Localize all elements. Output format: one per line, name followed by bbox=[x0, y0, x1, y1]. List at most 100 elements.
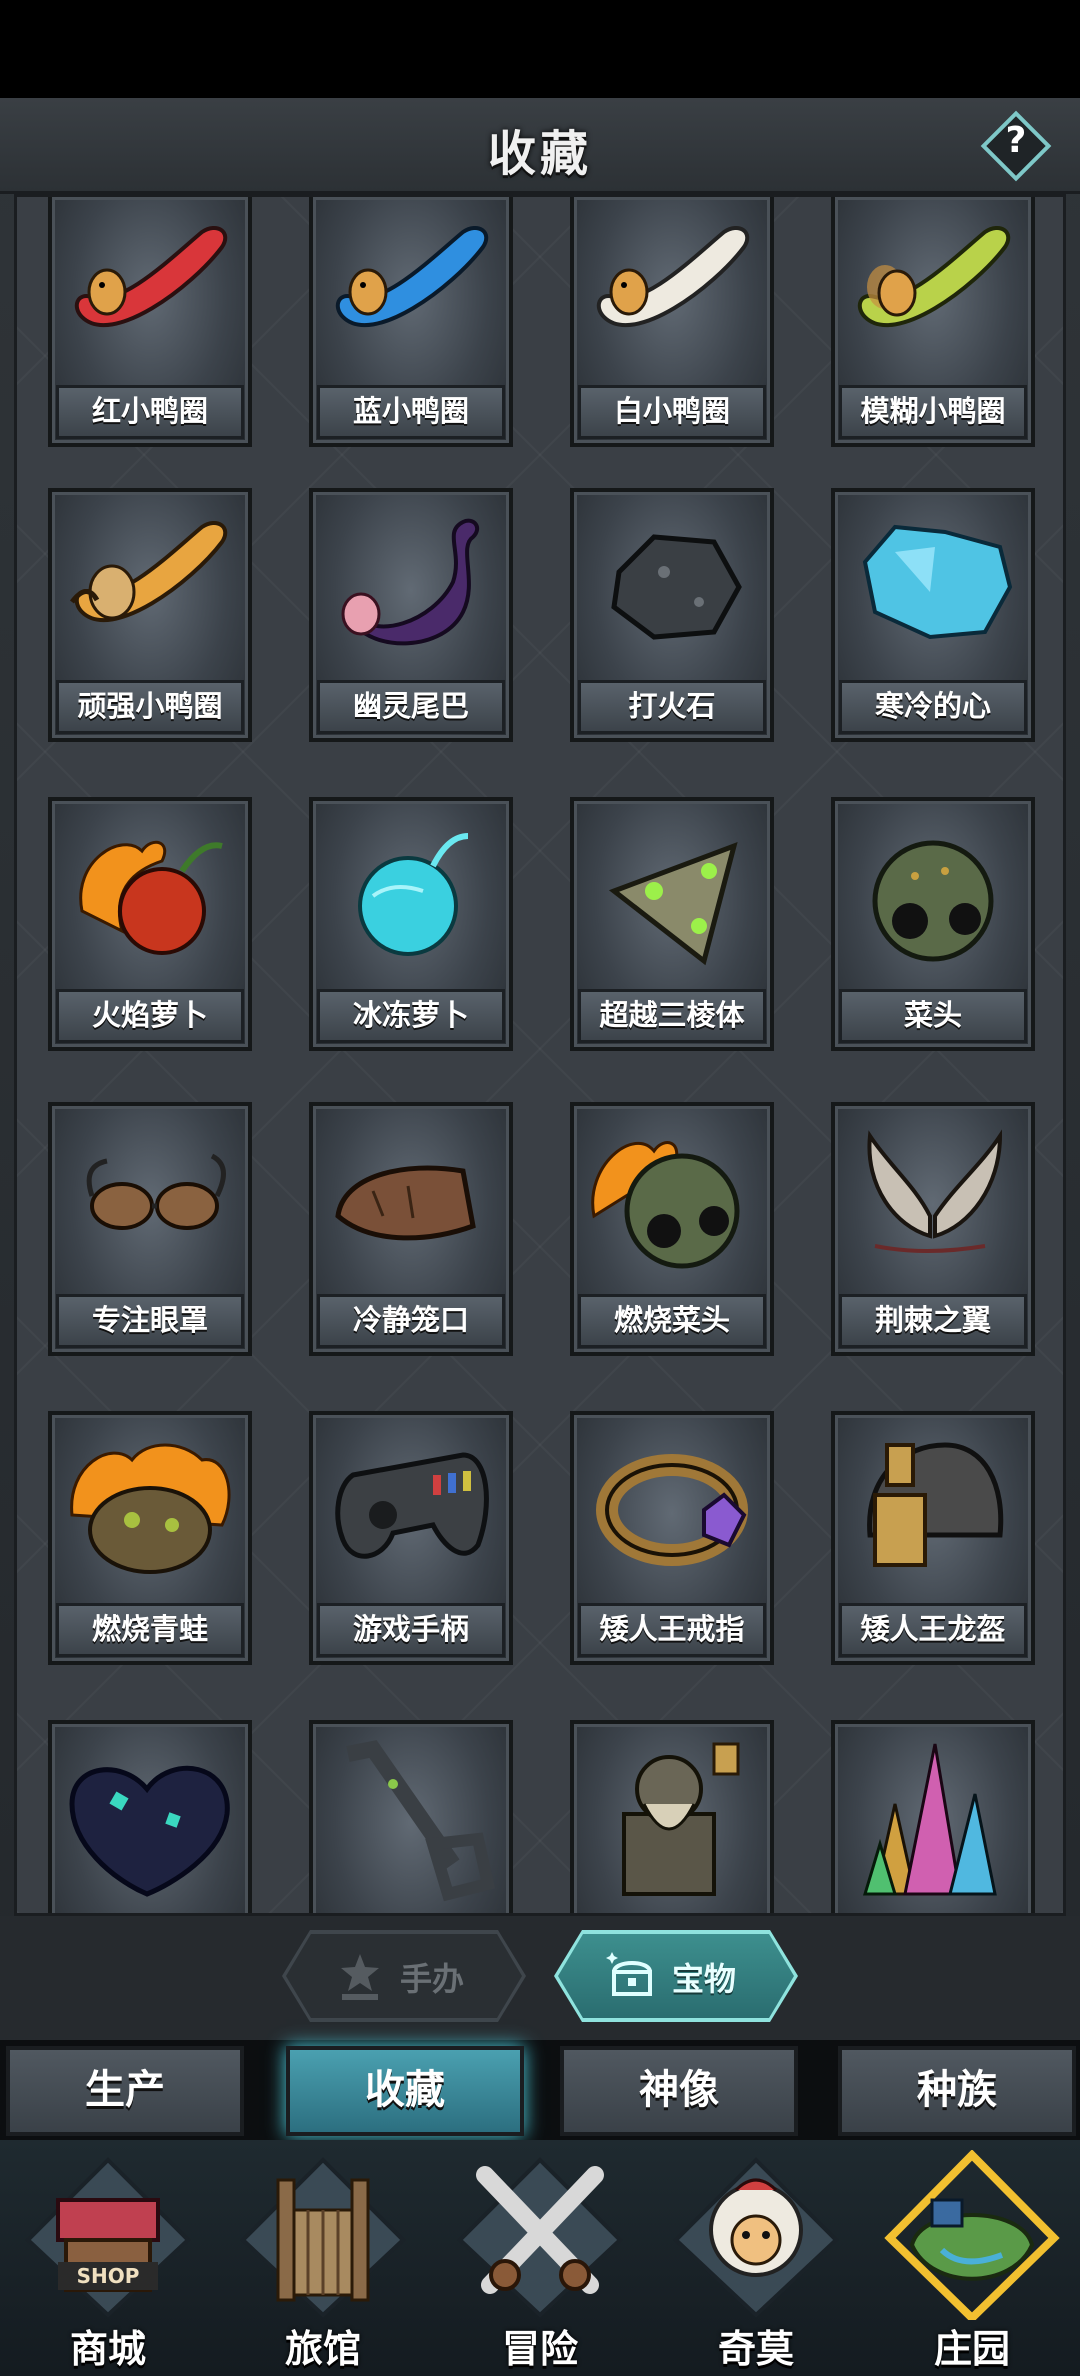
treasure-label: 顽强小鸭圈 bbox=[56, 680, 244, 734]
treasure-card[interactable]: 冷静笼口 bbox=[309, 1102, 513, 1356]
treasure-card[interactable]: 红小鸭圈 bbox=[48, 197, 252, 447]
treasure-card[interactable]: 顽强小鸭圈 bbox=[48, 488, 252, 742]
tab-production[interactable]: 生产 bbox=[6, 2046, 244, 2136]
help-button[interactable]: ? bbox=[980, 110, 1052, 182]
treasure-card[interactable]: 燃烧青蛙 bbox=[48, 1411, 252, 1665]
treasure-card[interactable] bbox=[831, 1720, 1035, 1913]
status-bar bbox=[0, 0, 1080, 98]
flint-icon bbox=[611, 534, 742, 640]
frozen-radish-icon bbox=[358, 833, 469, 956]
header-bar: 收藏 ? bbox=[0, 98, 1080, 194]
transcendent-prism-icon bbox=[608, 841, 738, 966]
red-duck-ring-icon bbox=[74, 226, 228, 327]
treasure-label: 模糊小鸭圈 bbox=[839, 385, 1027, 439]
category-tabs: 生产 收藏 神像 种族 bbox=[0, 2040, 1080, 2140]
nav-inn[interactable]: 旅馆 bbox=[225, 2150, 421, 2371]
focus-blindfold-icon bbox=[86, 1153, 226, 1230]
treasure-card[interactable]: 幽灵尾巴 bbox=[309, 488, 513, 742]
shop-icon: SHOP bbox=[25, 2157, 191, 2318]
treasure-card[interactable]: 蓝小鸭圈 bbox=[309, 197, 513, 447]
treasure-label: 寒冷的心 bbox=[839, 680, 1027, 734]
figure-icon bbox=[341, 1954, 379, 2000]
treasure-card[interactable]: 超越三棱体 bbox=[570, 797, 774, 1051]
treasure-card[interactable]: 模糊小鸭圈 bbox=[831, 197, 1035, 447]
treasure-label: 专注眼罩 bbox=[56, 1294, 244, 1348]
white-duck-ring-icon bbox=[596, 226, 750, 327]
treasure-label: 燃烧菜头 bbox=[578, 1294, 766, 1348]
inn-icon bbox=[240, 2157, 406, 2318]
treasure-label: 幽灵尾巴 bbox=[317, 680, 505, 734]
treasure-card[interactable] bbox=[309, 1720, 513, 1913]
treasure-label: 游戏手柄 bbox=[317, 1603, 505, 1657]
sub-tabs: 手办 宝物 bbox=[0, 1916, 1080, 2040]
treasure-label: 荆棘之翼 bbox=[839, 1294, 1027, 1348]
treasure-card[interactable] bbox=[570, 1720, 774, 1913]
tab-statues[interactable]: 神像 bbox=[560, 2046, 798, 2136]
burning-frog-icon bbox=[70, 1443, 231, 1574]
treasure-card[interactable] bbox=[48, 1720, 252, 1913]
treasure-card[interactable]: 矮人王龙盔 bbox=[831, 1411, 1035, 1665]
treasure-card[interactable]: 火焰萝卜 bbox=[48, 797, 252, 1051]
treasure-label: 燃烧青蛙 bbox=[56, 1603, 244, 1657]
treasure-label: 矮人王龙盔 bbox=[839, 1603, 1027, 1657]
treasure-label: 菜头 bbox=[839, 989, 1027, 1043]
treasure-label: 打火石 bbox=[578, 680, 766, 734]
treasure-label: 白小鸭圈 bbox=[578, 385, 766, 439]
nav-adventure[interactable]: 冒险 bbox=[442, 2150, 638, 2371]
treasure-card[interactable]: 冰冻萝卜 bbox=[309, 797, 513, 1051]
treasure-label: 火焰萝卜 bbox=[56, 989, 244, 1043]
nav-inn-label: 旅馆 bbox=[284, 2327, 361, 2371]
calm-muzzle-icon bbox=[335, 1165, 476, 1241]
blurry-duck-ring-icon bbox=[857, 226, 1011, 327]
treasure-chest-icon bbox=[606, 1952, 653, 1996]
tab-treasures[interactable]: 宝物 bbox=[554, 1930, 798, 2022]
rainbow-crystal-icon bbox=[862, 1743, 997, 1896]
tough-duck-ring-icon bbox=[70, 521, 228, 622]
treasure-card[interactable]: 专注眼罩 bbox=[48, 1102, 252, 1356]
tab-treasures-label: 宝物 bbox=[672, 1960, 737, 1998]
treasure-label: 超越三棱体 bbox=[578, 989, 766, 1043]
nav-manor[interactable]: 庄园 bbox=[874, 2150, 1070, 2371]
manor-island-icon bbox=[884, 2150, 1060, 2320]
tab-collection[interactable]: 收藏 bbox=[286, 2046, 524, 2136]
treasure-label: 冷静笼口 bbox=[317, 1294, 505, 1348]
treasure-grid[interactable]: 红小鸭圈 蓝小鸭圈 白小鸭圈 模糊小鸭圈 顽强小鸭圈 幽灵尾巴 打火石 寒冷的心… bbox=[14, 194, 1066, 1916]
shop-sign: SHOP bbox=[77, 2264, 140, 2288]
treasure-label: 冰冻萝卜 bbox=[317, 989, 505, 1043]
help-icon: ? bbox=[1005, 120, 1027, 161]
gamepad-icon bbox=[335, 1452, 489, 1559]
dwarf-king-ring-icon bbox=[596, 1454, 748, 1566]
dwarf-king-dragon-helmet-icon bbox=[867, 1442, 1004, 1567]
nav-adventure-label: 冒险 bbox=[501, 2327, 578, 2371]
treasure-label: 蓝小鸭圈 bbox=[317, 385, 505, 439]
tab-figures[interactable]: 手办 bbox=[282, 1930, 526, 2022]
treasure-card[interactable]: 菜头 bbox=[831, 797, 1035, 1051]
treasure-card[interactable]: 打火石 bbox=[570, 488, 774, 742]
crossed-swords-icon bbox=[457, 2157, 623, 2318]
tab-races[interactable]: 种族 bbox=[838, 2046, 1076, 2136]
page-title: 收藏 bbox=[487, 126, 592, 182]
treasure-card[interactable]: 荆棘之翼 bbox=[831, 1102, 1035, 1356]
treasure-card[interactable]: 白小鸭圈 bbox=[570, 197, 774, 447]
cold-heart-icon bbox=[862, 524, 1013, 640]
treasure-card[interactable]: 寒冷的心 bbox=[831, 488, 1035, 742]
dark-gem-heart-icon bbox=[69, 1765, 230, 1897]
blue-duck-ring-icon bbox=[335, 226, 489, 327]
treasure-card[interactable]: 矮人王戒指 bbox=[570, 1411, 774, 1665]
burning-vegetable-head-icon bbox=[591, 1141, 740, 1269]
nav-shop-label: 商城 bbox=[69, 2327, 146, 2371]
nav-shop[interactable]: SHOP 商城 bbox=[10, 2150, 206, 2371]
qimo-creature-icon bbox=[673, 2157, 839, 2318]
treasure-card[interactable]: 燃烧菜头 bbox=[570, 1102, 774, 1356]
flame-radish-icon bbox=[79, 840, 223, 955]
dwarf-king-statue-icon bbox=[622, 1742, 740, 1896]
bottom-nav: SHOP 商城 旅馆 冒险 奇莫 庄园 bbox=[0, 2140, 1080, 2376]
treasure-card[interactable]: 游戏手柄 bbox=[309, 1411, 513, 1665]
ancient-key-icon bbox=[346, 1740, 496, 1902]
treasure-label: 红小鸭圈 bbox=[56, 385, 244, 439]
ghost-tail-icon bbox=[341, 518, 480, 646]
vegetable-head-icon bbox=[872, 840, 994, 962]
thorn-wings-icon bbox=[867, 1129, 1003, 1253]
tab-figures-label: 手办 bbox=[400, 1960, 465, 1998]
nav-qimo[interactable]: 奇莫 bbox=[658, 2150, 854, 2371]
